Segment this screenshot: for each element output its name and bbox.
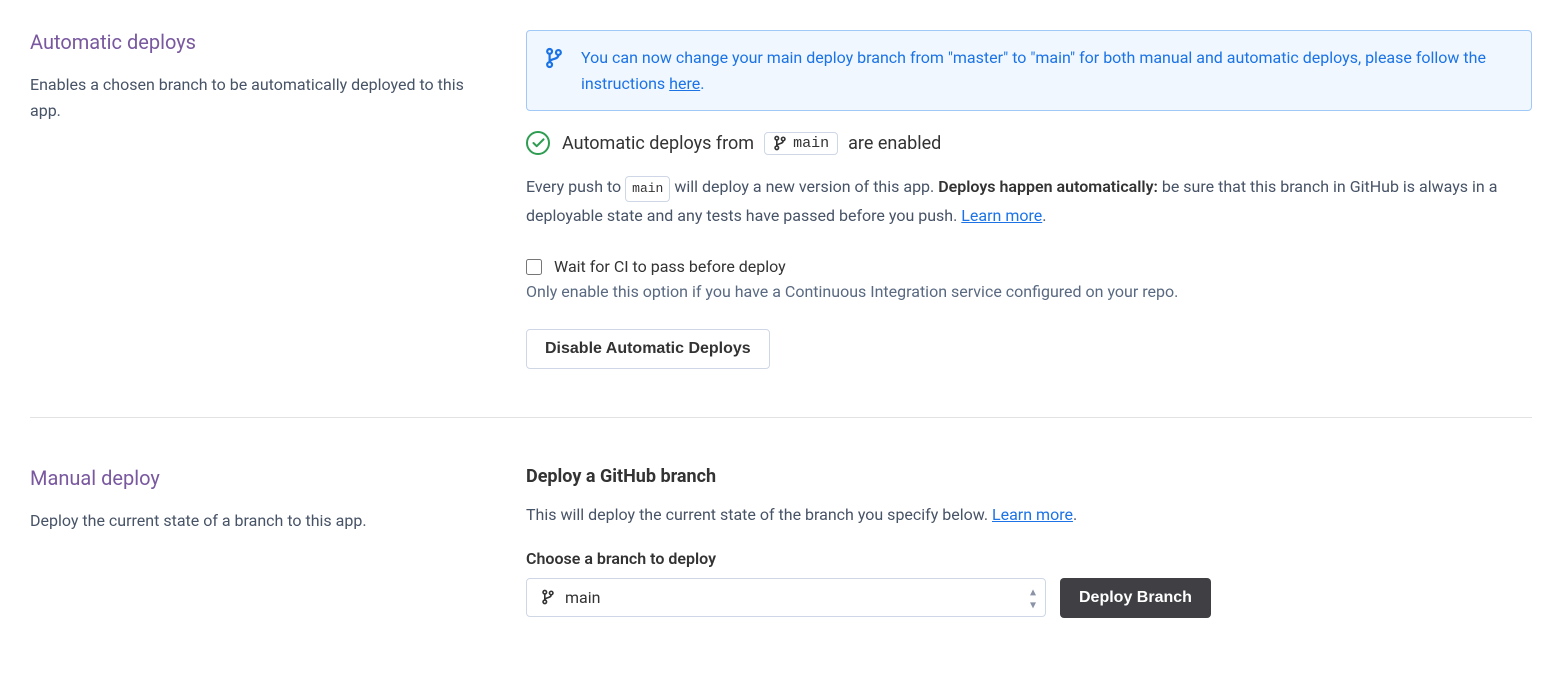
desc-bold: Deploys happen automatically: <box>938 177 1158 196</box>
desc-branch-tag: main <box>625 176 670 202</box>
desc-mid: will deploy a new version of this app. <box>670 177 938 196</box>
desc-pre: Every push to <box>526 177 625 196</box>
banner-text-post: . <box>700 74 704 93</box>
manual-deploy-title: Manual deploy <box>30 466 478 490</box>
auto-deploy-explainer: Every push to main will deploy a new ver… <box>526 173 1532 229</box>
git-branch-icon <box>545 47 563 73</box>
manual-body-pre: This will deploy the current state of th… <box>526 505 992 524</box>
auto-learn-more-link[interactable]: Learn more <box>961 206 1042 225</box>
branch-select[interactable]: main ▴▾ <box>526 578 1046 618</box>
choose-branch-label: Choose a branch to deploy <box>526 549 1532 568</box>
banner-text-pre: You can now change your main deploy bran… <box>581 48 1486 93</box>
wait-ci-checkbox[interactable] <box>526 259 542 275</box>
manual-deploy-section: Manual deploy Deploy the current state o… <box>30 417 1532 665</box>
wait-ci-row: Wait for CI to pass before deploy <box>526 257 1532 276</box>
disable-auto-deploys-button[interactable]: Disable Automatic Deploys <box>526 329 770 369</box>
deploy-branch-button[interactable]: Deploy Branch <box>1060 578 1211 618</box>
status-suffix: are enabled <box>848 133 941 154</box>
wait-ci-label: Wait for CI to pass before deploy <box>554 257 786 276</box>
status-branch-tag: main <box>764 132 838 155</box>
selected-branch-value: main <box>565 588 600 607</box>
check-circle-icon <box>526 131 550 155</box>
status-prefix: Automatic deploys from <box>562 133 754 154</box>
auto-deploy-status: Automatic deploys from main are enabled <box>526 131 1532 155</box>
section-content: Deploy a GitHub branch This will deploy … <box>526 466 1532 617</box>
wait-ci-helper: Only enable this option if you have a Co… <box>526 282 1532 301</box>
deploy-github-branch-heading: Deploy a GitHub branch <box>526 466 1532 487</box>
automatic-deploys-title: Automatic deploys <box>30 30 478 54</box>
manual-body-end: . <box>1073 505 1077 524</box>
section-sidebar: Automatic deploys Enables a chosen branc… <box>30 30 478 369</box>
branch-select-box[interactable]: main <box>526 578 1046 617</box>
git-branch-icon <box>541 589 555 605</box>
git-branch-icon <box>773 135 787 151</box>
section-content: You can now change your main deploy bran… <box>526 30 1532 369</box>
main-branch-info-banner: You can now change your main deploy bran… <box>526 30 1532 111</box>
manual-learn-more-link[interactable]: Learn more <box>992 505 1073 524</box>
desc-end: . <box>1042 206 1046 225</box>
select-caret-icon: ▴▾ <box>1030 585 1036 610</box>
status-branch-name: main <box>793 135 829 152</box>
manual-deploy-description: Deploy the current state of a branch to … <box>30 508 478 534</box>
branch-select-row: main ▴▾ Deploy Branch <box>526 578 1532 618</box>
banner-text: You can now change your main deploy bran… <box>581 45 1513 96</box>
automatic-deploys-description: Enables a chosen branch to be automatica… <box>30 72 478 123</box>
section-sidebar: Manual deploy Deploy the current state o… <box>30 466 478 617</box>
status-text: Automatic deploys from main are enabled <box>562 132 941 155</box>
manual-deploy-body: This will deploy the current state of th… <box>526 501 1532 528</box>
automatic-deploys-section: Automatic deploys Enables a chosen branc… <box>30 30 1532 417</box>
banner-here-link[interactable]: here <box>669 74 700 93</box>
